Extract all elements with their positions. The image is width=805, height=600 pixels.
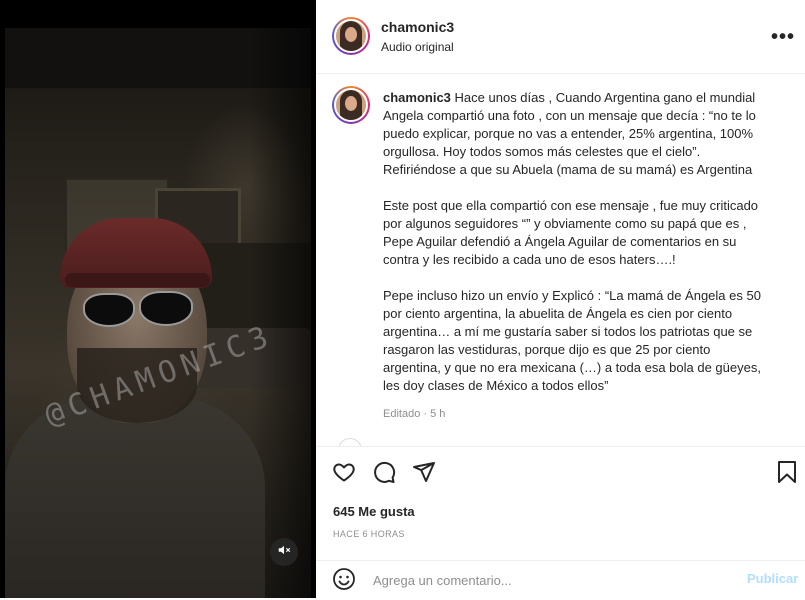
post-detail-panel: chamonic3 Audio original ••• chamonic3 H… (316, 0, 805, 598)
post-timestamp[interactable]: HACE 6 HORAS (333, 529, 405, 539)
caption-paragraph-1: chamonic3 Hace unos días , Cuando Argent… (383, 89, 793, 179)
like-button[interactable] (331, 461, 357, 487)
post-actions: 645 Me gusta HACE 6 HORAS Publicar (316, 446, 805, 599)
comments-area[interactable]: chamonic3 Hace unos días , Cuando Argent… (316, 74, 805, 446)
next-comment-avatar (338, 438, 362, 446)
post-header: chamonic3 Audio original ••• (316, 0, 805, 74)
comment-input[interactable] (371, 572, 695, 589)
caption-username[interactable]: chamonic3 (383, 90, 451, 105)
paper-plane-icon (412, 460, 436, 489)
caption-paragraph-3: Pepe incluso hizo un envío y Explicó : “… (383, 288, 761, 393)
more-options-icon[interactable]: ••• (771, 26, 795, 49)
emoji-button[interactable] (331, 567, 357, 596)
video-player[interactable]: @CHAMONIC3 (5, 28, 311, 598)
comment-bar: Publicar (316, 560, 805, 600)
caption-paragraph-2: Este post que ella compartió con ese men… (383, 198, 759, 267)
save-button[interactable] (774, 460, 800, 489)
publish-button[interactable]: Publicar (747, 571, 798, 586)
mute-button[interactable] (270, 538, 298, 566)
author-username[interactable]: chamonic3 (381, 19, 454, 35)
audio-link[interactable]: Audio original (381, 40, 454, 54)
author-avatar[interactable] (332, 17, 370, 55)
edited-label: Editado (383, 408, 421, 420)
caption-meta: Editado · 5 h (383, 408, 446, 420)
bookmark-icon (776, 460, 798, 489)
sunglasses-right (139, 291, 193, 326)
heart-icon (332, 460, 356, 489)
comment-icon (372, 460, 396, 489)
caption-avatar[interactable] (332, 86, 370, 124)
speaker-muted-icon (277, 543, 291, 562)
person-cap-brim (65, 273, 210, 287)
person-body (5, 398, 265, 598)
post-caption: chamonic3 Hace unos días , Cuando Argent… (383, 89, 793, 423)
edited-time: 5 h (430, 408, 446, 420)
share-button[interactable] (411, 461, 437, 487)
post-media[interactable]: @CHAMONIC3 (0, 0, 316, 598)
comment-button[interactable] (371, 461, 397, 487)
emoji-icon (332, 567, 356, 596)
sunglasses-left (83, 293, 135, 327)
like-count[interactable]: 645 Me gusta (333, 504, 415, 519)
